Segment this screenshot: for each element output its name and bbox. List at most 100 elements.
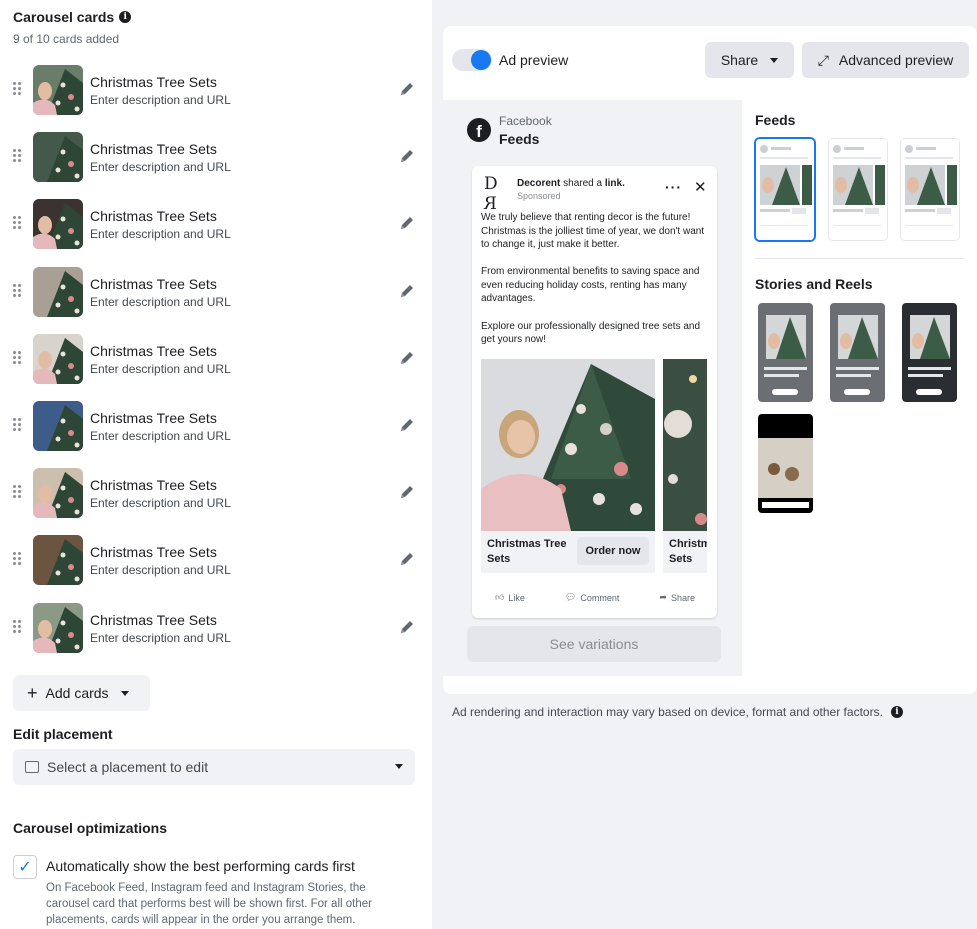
- brand-name[interactable]: Decorent: [517, 178, 560, 189]
- drag-handle-icon[interactable]: [13, 350, 23, 365]
- pencil-icon[interactable]: [398, 282, 416, 300]
- card-subtitle: Enter description and URL: [90, 160, 231, 175]
- see-variations-button[interactable]: See variations: [467, 626, 721, 662]
- like-icon: 👍︎: [495, 592, 505, 602]
- post-paragraph: We truly believe that renting decor is t…: [481, 212, 705, 251]
- auto-show-checkbox[interactable]: ✓: [13, 855, 37, 879]
- card-thumbnail: [33, 132, 83, 183]
- share-label: Share: [670, 592, 695, 603]
- pencil-icon[interactable]: [398, 618, 416, 636]
- placement-select[interactable]: Select a placement to edit: [13, 749, 415, 785]
- carousel-card-image: [663, 359, 707, 531]
- placement-icon: [25, 761, 39, 773]
- drag-handle-icon[interactable]: [13, 82, 23, 96]
- share-button[interactable]: Share: [705, 42, 794, 78]
- carousel-card-row[interactable]: Christmas Tree Sets Enter description and…: [0, 461, 432, 528]
- card-thumbnail: [33, 333, 83, 384]
- drag-handle-icon[interactable]: [13, 216, 23, 230]
- share-action[interactable]: ➦ Share: [659, 592, 695, 603]
- card-thumbnail: [33, 400, 83, 451]
- carousel-card[interactable]: Christmas Tree Sets Order now: [481, 359, 655, 573]
- sponsored-label: Sponsored: [517, 191, 561, 201]
- card-title: Christmas Tree Sets: [90, 141, 217, 158]
- pencil-icon[interactable]: [398, 147, 416, 165]
- check-icon: ✓: [18, 859, 32, 876]
- carousel-card-row[interactable]: Christmas Tree Sets Enter description and…: [0, 260, 432, 327]
- more-icon[interactable]: ···: [665, 179, 682, 195]
- carousel-card-row[interactable]: Christmas Tree Sets Enter description and…: [0, 58, 432, 125]
- pencil-icon[interactable]: [398, 550, 416, 568]
- share-icon: ➦: [659, 592, 667, 602]
- add-cards-button[interactable]: + Add cards: [13, 675, 150, 711]
- card-thumbnail: [33, 65, 83, 115]
- ad-preview-toggle[interactable]: [452, 49, 492, 71]
- card-subtitle: Enter description and URL: [90, 93, 231, 107]
- comment-action[interactable]: 💬︎ Comment: [565, 592, 619, 603]
- card-subtitle: Enter description and URL: [90, 496, 231, 511]
- story-placement-thumbnail[interactable]: [902, 303, 957, 402]
- placement-select-label: Select a placement to edit: [47, 759, 209, 775]
- carousel-card-row[interactable]: Christmas Tree Sets Enter description and…: [0, 528, 432, 595]
- link-text[interactable]: link.: [605, 178, 625, 189]
- drag-handle-icon[interactable]: [13, 619, 23, 634]
- card-subtitle: Enter description and URL: [90, 428, 231, 443]
- carousel-card-row[interactable]: Christmas Tree Sets Enter description and…: [0, 596, 432, 663]
- card-list: Christmas Tree Sets Enter description and…: [0, 58, 432, 663]
- order-now-button[interactable]: Order now: [577, 537, 649, 565]
- pencil-icon[interactable]: [398, 483, 416, 501]
- drag-handle-icon[interactable]: [13, 283, 23, 298]
- feed-placement-thumbnail[interactable]: [901, 139, 959, 240]
- carousel-card-row[interactable]: Christmas Tree Sets Enter description and…: [0, 327, 432, 394]
- info-icon[interactable]: i: [890, 706, 903, 718]
- divider: [755, 258, 963, 259]
- caret-down-icon: [770, 57, 779, 63]
- card-subtitle: Enter description and URL: [90, 294, 231, 309]
- card-subtitle: Enter description and URL: [90, 227, 231, 242]
- carousel-card-row[interactable]: Christmas Tree Sets Enter description and…: [0, 394, 432, 461]
- post-paragraph: Explore our professionally designed tree…: [481, 320, 701, 346]
- card-thumbnail: [33, 468, 83, 519]
- drag-handle-icon[interactable]: [13, 417, 23, 432]
- post-body: We truly believe that renting decor is t…: [481, 211, 709, 360]
- carousel-optimizations-title: Carousel optimizations: [13, 820, 168, 836]
- drag-handle-icon[interactable]: [13, 552, 23, 566]
- feed-placement-thumbnail[interactable]: [829, 139, 887, 240]
- card-title: Christmas Tree Sets: [90, 544, 217, 561]
- pencil-icon[interactable]: [398, 214, 416, 232]
- carousel-card-title: Christmas Tree Sets: [487, 538, 567, 565]
- card-subtitle: Enter description and URL: [90, 630, 231, 645]
- caret-down-icon: [395, 764, 403, 769]
- pencil-icon[interactable]: [398, 80, 416, 98]
- advanced-preview-label: Advanced preview: [838, 52, 954, 68]
- carousel-cards-title: Carousel cards: [13, 9, 115, 25]
- story-placement-thumbnail[interactable]: [758, 303, 813, 402]
- pencil-icon[interactable]: [398, 349, 416, 367]
- card-title: Christmas Tree Sets: [90, 74, 217, 90]
- preview-platform: Facebook: [499, 114, 552, 128]
- carousel-editor-panel: Carousel cards i 9 of 10 cards added Chr…: [0, 0, 432, 929]
- advanced-preview-button[interactable]: ⤢ Advanced preview: [802, 42, 969, 78]
- post-actions: 👍︎ Like 💬︎ Comment ➦ Share: [481, 592, 709, 603]
- carousel-card[interactable]: Christm Sets: [663, 359, 707, 573]
- story-placement-thumbnail[interactable]: [830, 303, 885, 402]
- carousel-card-row[interactable]: Christmas Tree Sets Enter description and…: [0, 192, 432, 259]
- share-button-label: Share: [720, 52, 759, 68]
- card-title: Christmas Tree Sets: [90, 409, 217, 426]
- card-thumbnail: [33, 602, 83, 653]
- like-action[interactable]: 👍︎ Like: [495, 592, 525, 603]
- close-icon[interactable]: ✕: [694, 178, 707, 196]
- auto-show-label: Automatically show the best performing c…: [46, 858, 355, 874]
- drag-handle-icon[interactable]: [13, 485, 23, 499]
- drag-handle-icon[interactable]: [13, 149, 23, 163]
- card-title: Christmas Tree Sets: [90, 208, 217, 225]
- carousel-card-row[interactable]: Christmas Tree Sets Enter description and…: [0, 125, 432, 192]
- info-icon[interactable]: i: [119, 11, 132, 23]
- feed-placement-thumbnail[interactable]: [756, 139, 814, 240]
- cards-count: 9 of 10 cards added: [13, 32, 120, 46]
- carousel-card-image: [481, 359, 655, 531]
- story-placement-thumbnail[interactable]: [758, 414, 813, 513]
- post-header: Decorent shared a link.: [517, 178, 625, 189]
- card-subtitle: Enter description and URL: [90, 361, 231, 376]
- pencil-icon[interactable]: [398, 416, 416, 434]
- card-subtitle: Enter description and URL: [90, 563, 231, 578]
